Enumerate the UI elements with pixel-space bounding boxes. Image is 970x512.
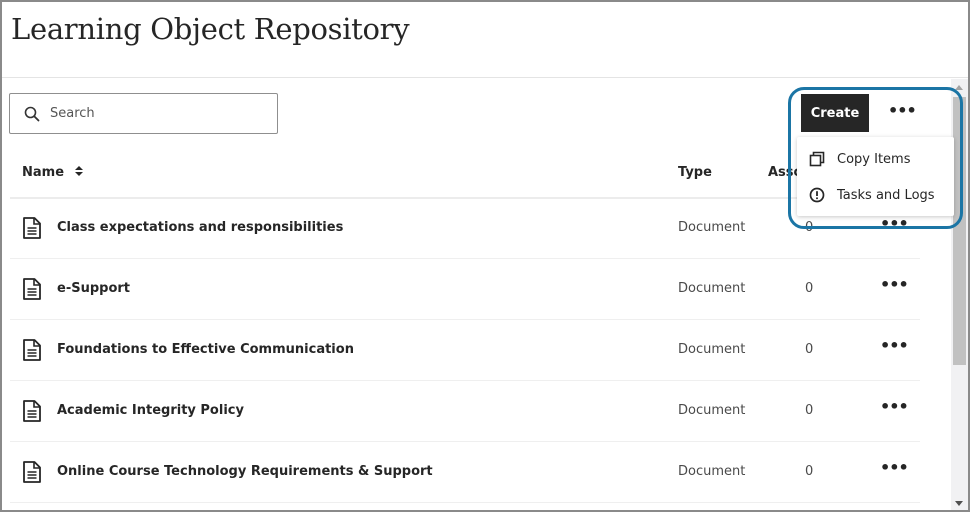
item-type: Document bbox=[678, 464, 746, 479]
item-name-link[interactable]: Academic Integrity Policy bbox=[57, 403, 244, 418]
item-associations: 0 bbox=[805, 464, 814, 479]
item-type: Document bbox=[678, 220, 746, 235]
menu-item-tasks-and-logs[interactable]: Tasks and Logs bbox=[797, 178, 954, 212]
document-icon bbox=[22, 339, 42, 365]
page-title: Learning Object Repository bbox=[11, 12, 410, 46]
row-more-options-button[interactable]: ••• bbox=[880, 336, 909, 355]
row-more-options-button[interactable]: ••• bbox=[880, 275, 909, 294]
item-associations: 0 bbox=[805, 220, 814, 235]
table-row[interactable]: e-Support Document 0 ••• bbox=[10, 259, 920, 320]
document-icon bbox=[22, 278, 42, 304]
table-row[interactable]: Class expectations and responsibilities D… bbox=[10, 198, 920, 259]
search-input[interactable] bbox=[50, 106, 260, 121]
row-more-options-button[interactable]: ••• bbox=[880, 397, 909, 416]
column-header-type[interactable]: Type bbox=[678, 165, 712, 180]
item-type: Document bbox=[678, 403, 746, 418]
search-field[interactable] bbox=[9, 93, 278, 134]
table-row[interactable]: Academic Integrity Policy Document 0 ••• bbox=[10, 381, 920, 442]
more-options-button[interactable]: ••• bbox=[888, 101, 917, 120]
copy-icon bbox=[809, 151, 825, 167]
item-type: Document bbox=[678, 281, 746, 296]
column-header-name[interactable]: Name bbox=[22, 165, 84, 180]
item-name-link[interactable]: Foundations to Effective Communication bbox=[57, 342, 354, 357]
menu-item-label: Tasks and Logs bbox=[837, 187, 935, 203]
more-options-menu: Copy Items Tasks and Logs bbox=[797, 137, 954, 216]
document-icon bbox=[22, 217, 42, 243]
menu-item-label: Copy Items bbox=[837, 151, 911, 167]
row-more-options-button[interactable]: ••• bbox=[880, 458, 909, 477]
scroll-down-arrow-icon[interactable] bbox=[955, 501, 963, 506]
scroll-up-arrow-icon[interactable] bbox=[955, 85, 963, 90]
document-icon bbox=[22, 400, 42, 426]
scroll-thumb[interactable] bbox=[953, 97, 966, 365]
item-name-link[interactable]: Online Course Technology Requirements & … bbox=[57, 464, 433, 479]
item-name-link[interactable]: Class expectations and responsibilities bbox=[57, 220, 343, 235]
table-row[interactable]: Online Course Technology Requirements & … bbox=[10, 442, 920, 503]
sort-icon[interactable] bbox=[74, 165, 84, 177]
item-associations: 0 bbox=[805, 403, 814, 418]
menu-item-copy-items[interactable]: Copy Items bbox=[797, 142, 954, 176]
document-icon bbox=[22, 461, 42, 487]
item-associations: 0 bbox=[805, 281, 814, 296]
item-name-link[interactable]: e-Support bbox=[57, 281, 130, 296]
table-row[interactable]: Foundations to Effective Communication Do… bbox=[10, 320, 920, 381]
alert-circle-icon bbox=[809, 187, 825, 203]
search-icon bbox=[24, 106, 40, 121]
item-associations: 0 bbox=[805, 342, 814, 357]
page-header: Learning Object Repository bbox=[2, 2, 968, 78]
create-button[interactable]: Create bbox=[801, 94, 869, 132]
row-more-options-button[interactable]: ••• bbox=[880, 214, 909, 233]
column-name-label: Name bbox=[22, 165, 65, 180]
item-type: Document bbox=[678, 342, 746, 357]
